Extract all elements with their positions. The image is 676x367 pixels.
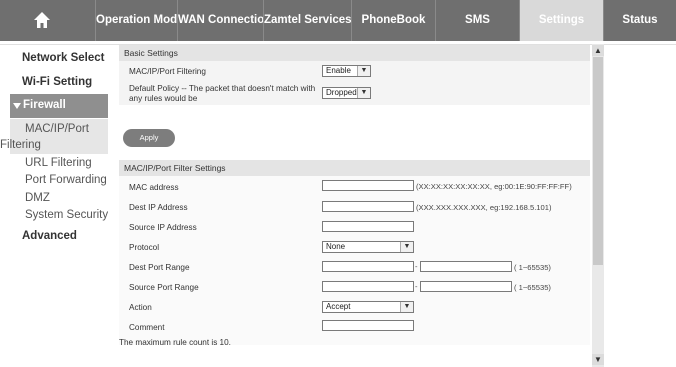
policy-label-cont: any rules would be bbox=[129, 94, 198, 103]
tab-home[interactable] bbox=[0, 0, 96, 41]
tab-operation-mode[interactable]: Operation Mode bbox=[96, 0, 178, 41]
sidebar-item-mac-filter-cont[interactable]: Filtering bbox=[0, 139, 41, 151]
sidebar-item-port-forwarding[interactable]: Port Forwarding bbox=[25, 174, 107, 186]
comment-label: Comment bbox=[129, 323, 165, 332]
tab-sms[interactable]: SMS bbox=[436, 0, 520, 41]
triangle-down-icon bbox=[13, 103, 21, 109]
filter-settings-header: MAC/IP/Port Filter Settings bbox=[119, 160, 590, 176]
sidebar-item-system-security[interactable]: System Security bbox=[25, 209, 108, 221]
dest-port-start-input[interactable] bbox=[322, 261, 414, 272]
tab-wan-connection[interactable]: WAN Connection bbox=[178, 0, 264, 41]
source-port-end-input[interactable] bbox=[420, 281, 512, 292]
chevron-down-icon: ▼ bbox=[357, 88, 370, 98]
protocol-select[interactable]: None ▼ bbox=[322, 241, 414, 253]
tab-zamtel-services[interactable]: Zamtel Services bbox=[264, 0, 352, 41]
chevron-down-icon: ▼ bbox=[357, 66, 370, 76]
mac-address-hint: (XX:XX:XX:XX:XX:XX, eg:00:1E:90:FF:FF:FF… bbox=[416, 182, 572, 191]
comment-input[interactable] bbox=[322, 320, 414, 331]
tab-status[interactable]: Status bbox=[604, 0, 676, 41]
mac-address-label: MAC address bbox=[129, 183, 179, 192]
sidebar-item-network-select[interactable]: Network Select bbox=[22, 52, 104, 64]
source-port-start-input[interactable] bbox=[322, 281, 414, 292]
filtering-select-value: Enable bbox=[326, 66, 351, 75]
chevron-down-icon: ▼ bbox=[400, 302, 413, 312]
dest-port-label: Dest Port Range bbox=[129, 263, 190, 272]
home-icon bbox=[34, 12, 50, 28]
mac-address-input[interactable] bbox=[322, 180, 414, 191]
action-select-value: Accept bbox=[326, 302, 351, 311]
dest-port-separator: - bbox=[415, 262, 418, 271]
policy-label: Default Policy -- The packet that doesn'… bbox=[129, 84, 316, 93]
apply-button[interactable]: Apply bbox=[123, 129, 175, 147]
sidebar-item-wifi-setting[interactable]: Wi-Fi Setting bbox=[22, 76, 92, 88]
sidebar-item-firewall[interactable]: Firewall bbox=[10, 94, 108, 118]
dest-port-end-input[interactable] bbox=[420, 261, 512, 272]
sidebar-item-url-filtering[interactable]: URL Filtering bbox=[25, 157, 92, 169]
filtering-select[interactable]: Enable ▼ bbox=[322, 65, 371, 77]
tab-settings[interactable]: Settings bbox=[520, 0, 604, 41]
protocol-select-value: None bbox=[326, 242, 346, 251]
action-label: Action bbox=[129, 303, 152, 312]
source-ip-input[interactable] bbox=[322, 221, 414, 232]
sidebar-item-mac-filter[interactable]: MAC/IP/Port bbox=[25, 123, 89, 135]
max-rule-note: The maximum rule count is 10. bbox=[119, 338, 231, 347]
basic-settings-header: Basic Settings bbox=[119, 45, 590, 61]
protocol-label: Protocol bbox=[129, 243, 160, 252]
source-port-separator: - bbox=[415, 282, 418, 291]
action-select[interactable]: Accept ▼ bbox=[322, 301, 414, 313]
source-port-hint: ( 1~65535) bbox=[514, 283, 551, 292]
sidebar-item-advanced[interactable]: Advanced bbox=[22, 230, 77, 242]
scrollbar-thumb[interactable] bbox=[593, 57, 603, 265]
dest-port-hint: ( 1~65535) bbox=[514, 263, 551, 272]
policy-select-value: Dropped bbox=[326, 88, 357, 97]
arrow-up-icon[interactable]: ▲ bbox=[592, 45, 604, 56]
chevron-down-icon: ▼ bbox=[400, 242, 413, 252]
dest-ip-hint: (XXX.XXX.XXX.XXX, eg:192.168.5.101) bbox=[416, 203, 552, 212]
source-ip-label: Source IP Address bbox=[129, 223, 197, 232]
source-port-label: Source Port Range bbox=[129, 283, 199, 292]
dest-ip-label: Dest IP Address bbox=[129, 203, 188, 212]
top-nav-bar: Operation Mode WAN Connection Zamtel Ser… bbox=[0, 0, 676, 41]
policy-select[interactable]: Dropped ▼ bbox=[322, 87, 371, 99]
tab-phonebook[interactable]: PhoneBook bbox=[352, 0, 436, 41]
sidebar-item-dmz[interactable]: DMZ bbox=[25, 192, 50, 204]
dest-ip-input[interactable] bbox=[322, 201, 414, 212]
filtering-label: MAC/IP/Port Filtering bbox=[129, 67, 206, 76]
arrow-down-icon[interactable]: ▼ bbox=[592, 354, 604, 365]
sidebar-item-firewall-label: Firewall bbox=[23, 99, 66, 111]
